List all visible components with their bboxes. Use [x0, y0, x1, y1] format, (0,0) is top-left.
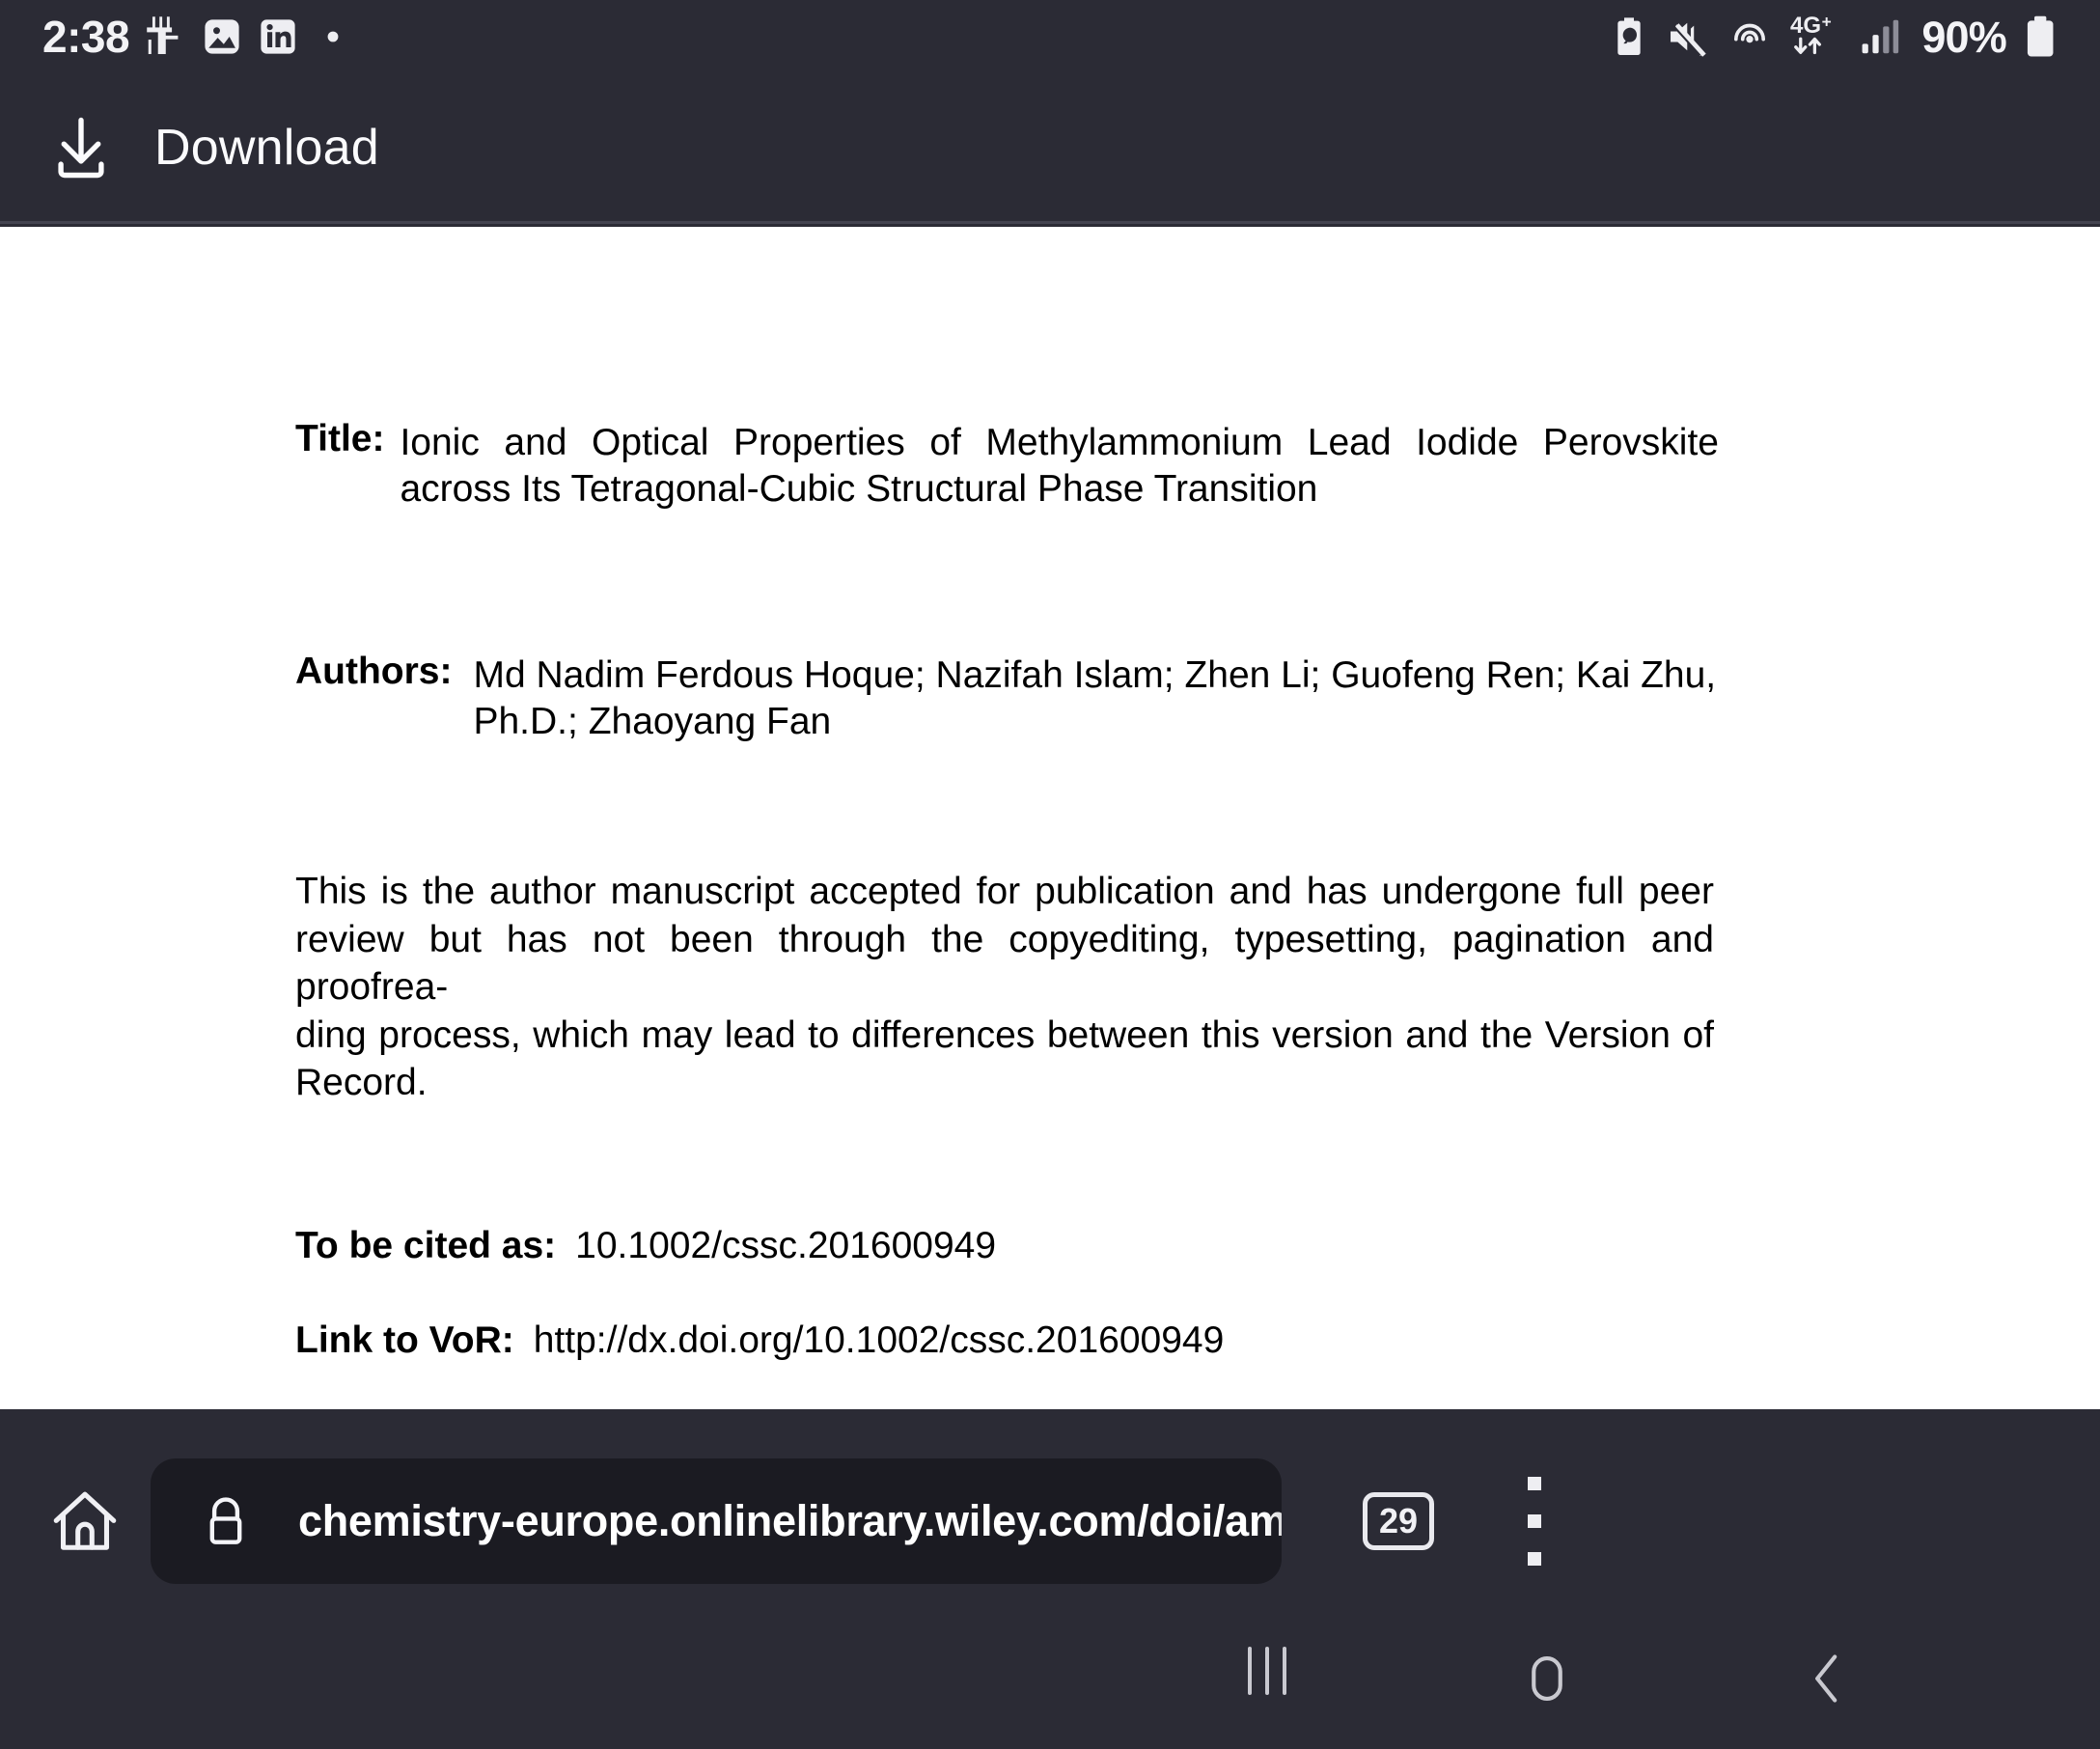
title-line-2: across Its Tetragonal-Cubic Structural P…: [400, 467, 1318, 510]
linkedin-icon: [261, 19, 295, 54]
authors-row: Authors: Md Nadim Ferdous Hoque; Nazifah…: [295, 652, 1719, 744]
svg-text:+: +: [1822, 13, 1832, 31]
title-value: Ionic and Optical Properties of Methylam…: [384, 420, 1719, 512]
authors-line-1: Md Nadim Ferdous Hoque; Nazifah Islam; Z…: [473, 654, 1717, 697]
home-icon: [53, 1491, 117, 1550]
hotspot-icon: [1734, 23, 1766, 43]
authors-label: Authors:: [295, 651, 453, 693]
battery-saver-icon: [1617, 17, 1641, 55]
notice-line-3: ding process, which may lead to differen…: [295, 1013, 1714, 1056]
recents-icon: [1241, 1647, 1293, 1700]
notice-line-4: Record.: [295, 1062, 428, 1104]
vor-value[interactable]: http://dx.doi.org/10.1002/cssc.201600949: [514, 1321, 1719, 1359]
dot-indicator-icon: [327, 31, 339, 42]
status-bar-right: 4G + 90%: [1610, 13, 2058, 61]
download-button[interactable]: Download: [44, 111, 379, 184]
vor-link-row: Link to VoR: http://dx.doi.org/10.1002/c…: [295, 1321, 1719, 1359]
gallery-image-icon: [205, 19, 239, 54]
manuscript-notice: This is the author manuscript accepted f…: [295, 868, 1714, 1107]
status-bar: 2:38 4G + 90%: [0, 0, 2100, 73]
download-label: Download: [154, 119, 379, 176]
browser-home-button[interactable]: [19, 1485, 151, 1558]
home-button[interactable]: [1407, 1647, 1687, 1710]
back-button[interactable]: [1687, 1647, 1967, 1710]
battery-percent-label: 90%: [1921, 12, 2006, 62]
home-pill-icon: [1532, 1656, 1562, 1701]
network-4gplus-icon: 4G +: [1790, 13, 1832, 55]
tab-count-label: 29: [1378, 1500, 1419, 1541]
browser-bottom-bar: chemistry-europe.onlinelibrary.wiley.com…: [0, 1412, 2100, 1629]
cited-as-label: To be cited as:: [295, 1224, 557, 1266]
kebab-dot-1: [1528, 1476, 1541, 1490]
kebab-menu-icon[interactable]: [1506, 1476, 1563, 1566]
url-text: chemistry-europe.onlinelibrary.wiley.com…: [298, 1495, 1282, 1545]
battery-icon: [2027, 15, 2054, 57]
cited-as-value: 10.1002/cssc.201600949: [575, 1224, 997, 1266]
kebab-dot-3: [1528, 1551, 1541, 1566]
title-label: Title:: [295, 418, 385, 459]
pdf-page[interactable]: Title: Ionic and Optical Properties of M…: [0, 227, 2100, 1409]
back-chevron-icon: [1815, 1654, 1838, 1703]
recents-button[interactable]: [1127, 1647, 1407, 1700]
citation-row: To be cited as: 10.1002/cssc.201600949: [295, 1227, 1719, 1264]
url-bar[interactable]: chemistry-europe.onlinelibrary.wiley.com…: [151, 1458, 1282, 1584]
notice-line-1: This is the author manuscript accepted f…: [295, 871, 1714, 913]
mute-icon: [1671, 22, 1707, 57]
document-body: Title: Ionic and Optical Properties of M…: [295, 420, 1719, 1359]
title-row: Title: Ionic and Optical Properties of M…: [295, 420, 1719, 512]
pdf-toolbar: Download: [0, 73, 2100, 224]
status-clock: 2:38: [42, 12, 130, 62]
title-line-1: Ionic and Optical Properties of Methylam…: [400, 422, 1719, 463]
vor-label: Link to VoR:: [295, 1319, 514, 1361]
status-bar-left: 2:38: [42, 14, 345, 59]
lock-icon: [209, 1496, 242, 1544]
signal-bars-icon: [1862, 19, 1899, 54]
download-arrow-icon: [58, 117, 104, 178]
kebab-dot-2: [1528, 1513, 1541, 1528]
tab-switcher-button[interactable]: 29: [1363, 1491, 1434, 1550]
android-nav-bar: [0, 1629, 2100, 1749]
notice-line-2: review but has not been through the copy…: [295, 918, 1714, 1009]
phone-screen: 2:38 4G + 90% Download Title: Ionic and …: [0, 0, 2100, 1749]
svg-text:4G: 4G: [1790, 13, 1821, 39]
authors-value: Md Nadim Ferdous Hoque; Nazifah Islam; Z…: [452, 652, 1719, 744]
authors-line-2: Ph.D.; Zhaoyang Fan: [473, 700, 832, 742]
navigation-icon: [147, 16, 179, 55]
